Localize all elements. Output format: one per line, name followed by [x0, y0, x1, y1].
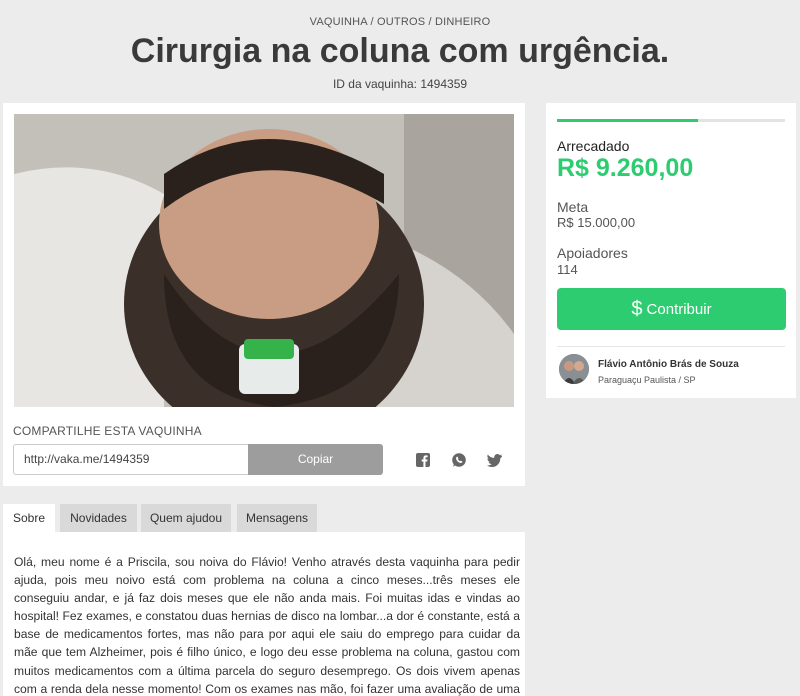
breadcrumb[interactable]: VAQUINHA / OUTROS / DINHEIRO	[0, 16, 800, 28]
raised-label: Arrecadado	[557, 138, 630, 154]
raised-amount: R$ 9.260,00	[557, 154, 694, 182]
divider	[557, 346, 785, 347]
goal-amount: R$ 15.000,00	[557, 215, 636, 230]
twitter-icon[interactable]	[487, 452, 503, 468]
dollar-icon: $	[631, 297, 643, 320]
owner-location: Paraguaçu Paulista / SP	[598, 375, 696, 385]
progress-bar	[557, 119, 785, 122]
owner-name[interactable]: Flávio Antônio Brás de Souza	[598, 359, 739, 370]
contribute-button[interactable]: $ Contribuir	[557, 288, 786, 330]
owner-avatar[interactable]	[559, 354, 589, 384]
share-link-field[interactable]: http://vaka.me/1494359	[13, 444, 248, 475]
tab-novidades[interactable]: Novidades	[60, 504, 137, 532]
tab-mensagens[interactable]: Mensagens	[237, 504, 317, 532]
tab-sobre[interactable]: Sobre	[3, 504, 55, 532]
tab-quem-ajudou[interactable]: Quem ajudou	[141, 504, 231, 532]
campaign-id: ID da vaquinha: 1494359	[332, 77, 468, 91]
story-panel: Olá, meu nome é a Priscila, sou noiva do…	[3, 532, 525, 696]
supporters-label: Apoiadores	[557, 245, 628, 261]
supporters-count: 114	[557, 262, 578, 277]
copy-button[interactable]: Copiar	[248, 444, 383, 475]
facebook-icon[interactable]	[415, 452, 431, 468]
campaign-main-card: COMPARTILHE ESTA VAQUINHA http://vaka.me…	[3, 103, 525, 486]
goal-label: Meta	[557, 199, 589, 215]
contribute-label: Contribuir	[646, 300, 712, 318]
campaign-photo	[14, 114, 514, 407]
share-label: COMPARTILHE ESTA VAQUINHA	[13, 424, 202, 438]
page-title: Cirurgia na coluna com urgência.	[130, 32, 670, 70]
progress-bar-fill	[557, 119, 698, 122]
story-text: Olá, meu nome é a Priscila, sou noiva do…	[14, 555, 520, 696]
donation-panel: Arrecadado R$ 9.260,00 Meta R$ 15.000,00…	[546, 103, 796, 398]
whatsapp-icon[interactable]	[451, 452, 467, 468]
